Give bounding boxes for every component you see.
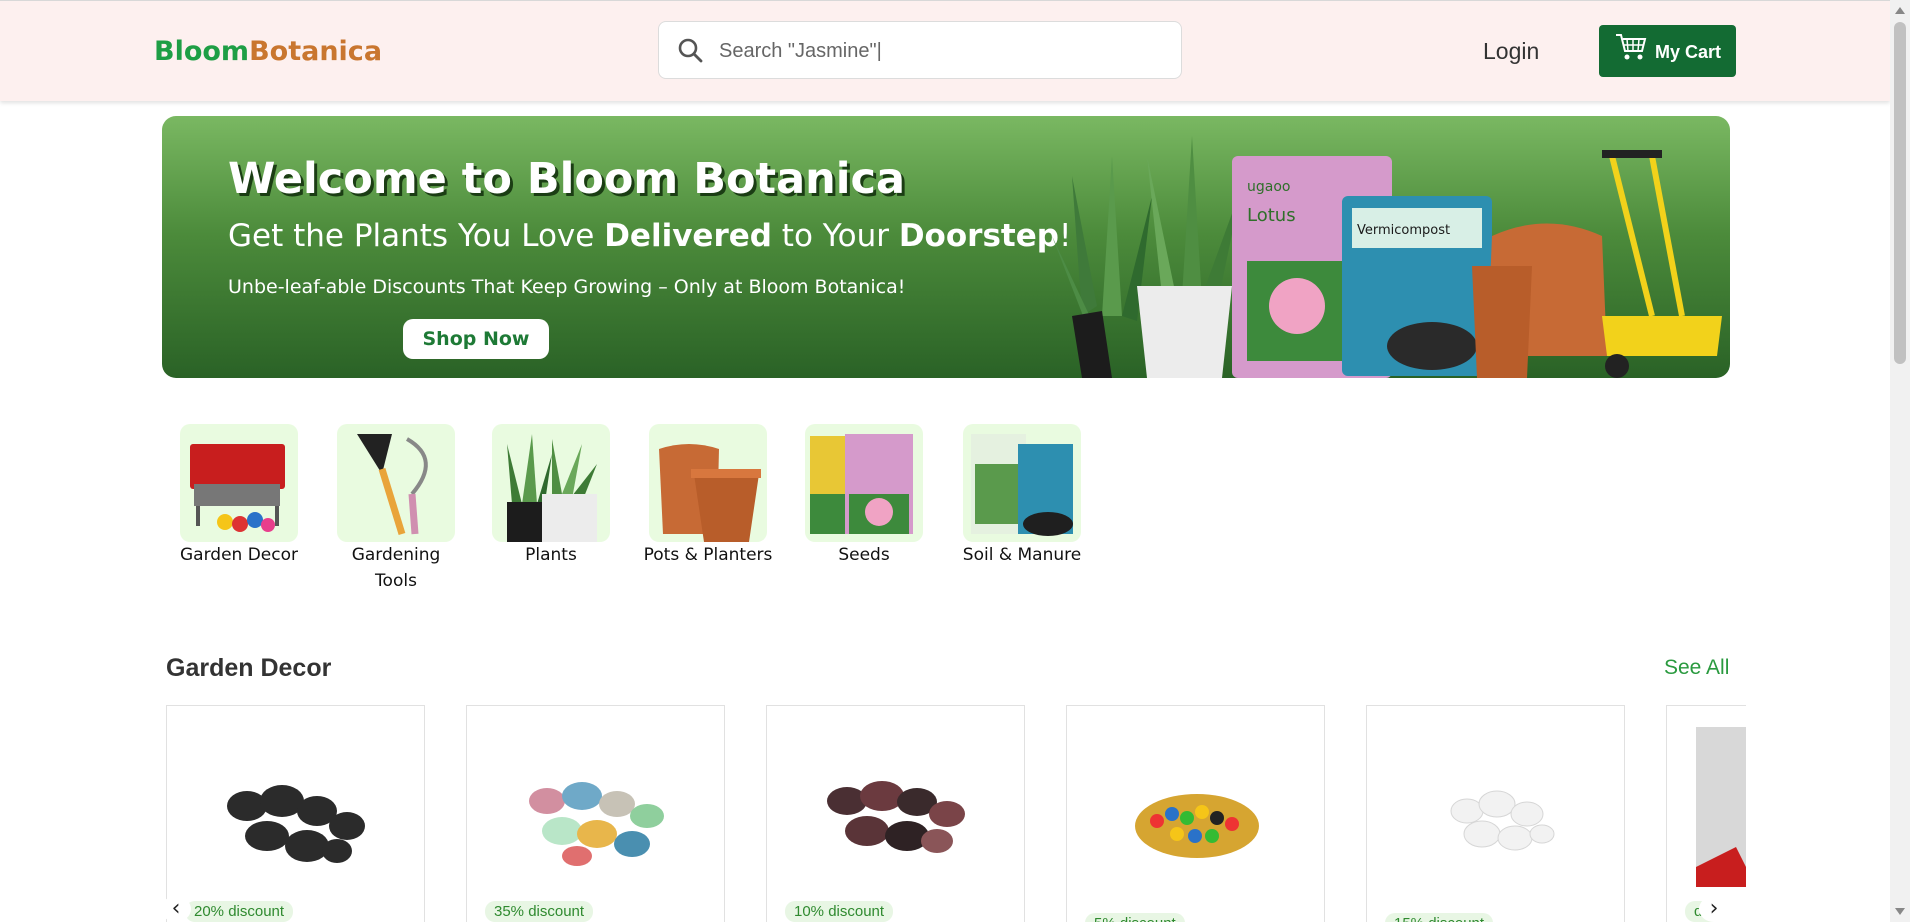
shopping-cart-icon	[1616, 34, 1647, 60]
white-pebbles-image	[1450, 790, 1555, 851]
gardening-tools-thumbnail	[357, 434, 428, 536]
snake-plant-left	[1052, 156, 1152, 378]
discount-badge: 5% discount	[1085, 913, 1185, 922]
seeds-thumbnail	[810, 434, 913, 534]
lawn-mower	[1602, 150, 1722, 378]
subtitle-bold-doorstep: Doorstep	[898, 218, 1059, 254]
product-card[interactable]: 5% discount	[1066, 705, 1325, 922]
carousel-prev-button[interactable]: ‹	[161, 896, 191, 922]
category-label: Garden Decor	[180, 545, 298, 565]
category-image	[963, 424, 1081, 542]
category-label: Soil & Manure	[962, 545, 1082, 565]
svg-text:ugaoo: ugaoo	[1247, 179, 1290, 195]
terracotta-pots	[1472, 223, 1607, 378]
logo-text-bloom: Bloom	[154, 36, 250, 67]
category-label: Seeds	[838, 545, 890, 565]
product-card[interactable]: 10% discount	[766, 705, 1025, 922]
category-seeds[interactable]: Seeds	[799, 424, 929, 568]
product-carousel: 20% discount 35% discount 10% discount 5…	[166, 705, 1746, 922]
svg-text:Vermicompost: Vermicompost	[1357, 223, 1450, 238]
category-image	[649, 424, 767, 542]
my-cart-button[interactable]: My Cart	[1599, 25, 1736, 77]
discount-badge: 20% discount	[185, 901, 294, 922]
dark-red-pebbles-image	[827, 781, 965, 853]
vermicompost-bag: Vermicompost	[1342, 196, 1492, 376]
garden-decor-thumbnail	[190, 444, 285, 532]
scrollbar-thumb[interactable]	[1894, 22, 1906, 364]
discount-badge: 15% discount	[1385, 913, 1494, 922]
section-title: Garden Decor	[166, 654, 332, 682]
product-partial-image	[1696, 727, 1746, 887]
product-card[interactable]: 20% discount	[166, 705, 425, 922]
pots-planters-thumbnail	[659, 444, 761, 542]
snake-plant-right	[1137, 136, 1242, 378]
product-card[interactable]: dis	[1666, 705, 1746, 922]
mixed-pebbles-image	[529, 782, 664, 866]
subtitle-part: Get the Plants You Love	[228, 218, 605, 254]
svg-text:Lotus: Lotus	[1247, 205, 1296, 226]
soil-manure-thumbnail	[971, 434, 1073, 536]
chevron-right-icon: ›	[1709, 896, 1719, 921]
subtitle-part: to Your	[771, 218, 899, 254]
black-pebbles-image	[227, 785, 365, 863]
discount-badge: 10% discount	[785, 901, 894, 922]
category-label: Gardening Tools	[351, 545, 441, 591]
category-garden-decor[interactable]: Garden Decor	[174, 424, 304, 568]
logo-text-botanica: Botanica	[249, 36, 383, 67]
shop-now-button[interactable]: Shop Now	[403, 319, 549, 359]
subtitle-bold-delivered: Delivered	[604, 218, 772, 254]
category-label: Pots & Planters	[643, 545, 773, 565]
plants-thumbnail	[507, 434, 597, 542]
page-scrollbar[interactable]	[1890, 0, 1910, 922]
category-gardening-tools[interactable]: Gardening Tools	[331, 424, 461, 594]
scroll-up-arrow-icon[interactable]	[1895, 7, 1905, 14]
cart-label: My Cart	[1655, 42, 1722, 62]
category-image	[337, 424, 455, 542]
search-icon	[678, 38, 703, 63]
hero-banner: Welcome to Bloom Botanica Get the Plants…	[162, 116, 1730, 378]
see-all-link[interactable]: See All	[1664, 656, 1729, 680]
colored-pebbles-image	[1135, 794, 1259, 858]
banner-title: Welcome to Bloom Botanica	[228, 154, 905, 204]
site-header: BloomBotanica Login My Cart	[0, 0, 1890, 101]
carousel-next-button[interactable]: ›	[1699, 896, 1729, 922]
site-logo[interactable]: BloomBotanica	[154, 36, 382, 67]
category-image	[492, 424, 610, 542]
category-plants[interactable]: Plants	[486, 424, 616, 568]
category-pots-planters[interactable]: Pots & Planters	[643, 424, 773, 568]
banner-products-image: ugaoo Lotus Vermicompost	[1052, 136, 1722, 378]
banner-tagline: Unbe-leaf-able Discounts That Keep Growi…	[228, 276, 906, 298]
search-input[interactable]	[717, 30, 1161, 72]
discount-badge: 35% discount	[485, 901, 594, 922]
scroll-down-arrow-icon[interactable]	[1895, 908, 1905, 915]
banner-subtitle: Get the Plants You Love Delivered to You…	[228, 218, 1071, 254]
search-bar[interactable]	[658, 21, 1182, 79]
product-card[interactable]: 15% discount	[1366, 705, 1625, 922]
login-link[interactable]: Login	[1483, 38, 1539, 65]
category-soil-manure[interactable]: Soil & Manure	[957, 424, 1087, 568]
product-card[interactable]: 35% discount	[466, 705, 725, 922]
category-image	[180, 424, 298, 542]
category-image	[805, 424, 923, 542]
chevron-left-icon: ‹	[171, 896, 181, 921]
category-label: Plants	[525, 545, 577, 565]
